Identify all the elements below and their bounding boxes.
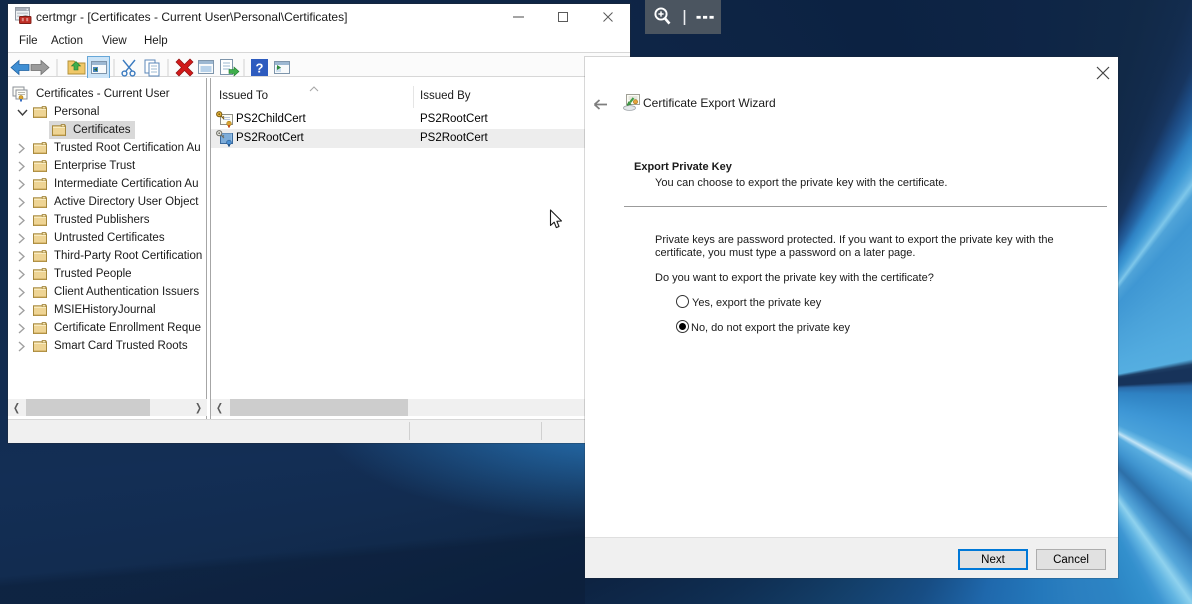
svg-text:?: ?: [256, 61, 264, 76]
